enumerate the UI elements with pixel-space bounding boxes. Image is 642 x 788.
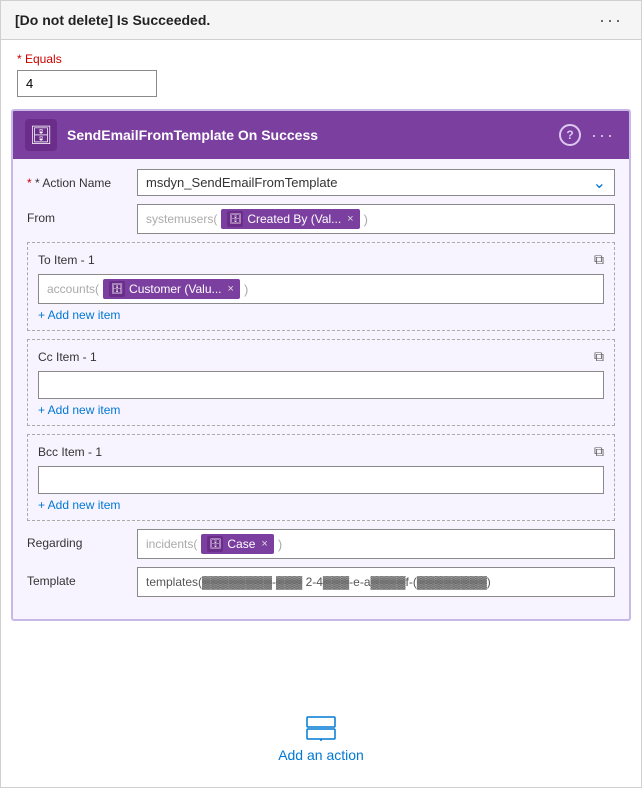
to-tag-icon: 🗄: [109, 281, 125, 297]
regarding-prefix: incidents(: [146, 537, 197, 551]
cc-section-header: Cc Item - 1 ⧉: [38, 348, 604, 365]
bcc-section: Bcc Item - 1 ⧉ + Add new item: [27, 434, 615, 521]
to-label: To Item - 1: [38, 253, 95, 267]
database-icon: 🗄: [30, 125, 53, 146]
cc-dashed-section: Cc Item - 1 ⧉ + Add new item: [27, 339, 615, 426]
header-ellipsis-button[interactable]: ···: [595, 11, 627, 29]
to-copy-icon[interactable]: ⧉: [594, 251, 604, 268]
cc-input[interactable]: [38, 371, 604, 399]
from-value: systemusers( 🗄 Created By (Val... × ): [137, 204, 615, 234]
add-action-icon: [305, 715, 337, 741]
action-block-controls: ? ···: [559, 124, 617, 146]
to-dashed-section: To Item - 1 ⧉ accounts( 🗄 Customer (Valu…: [27, 242, 615, 331]
action-name-text: msdyn_SendEmailFromTemplate: [146, 175, 584, 190]
from-row: From systemusers( 🗄 Created By (Val... ×…: [27, 204, 615, 234]
bcc-add-new-item-button[interactable]: + Add new item: [38, 494, 120, 512]
template-text: templates(▓▓▓▓▓▓▓▓-▓▓▓ 2-4▓▓▓-e-a▓▓▓▓f-(…: [146, 575, 491, 589]
to-section: To Item - 1 ⧉ accounts( 🗄 Customer (Valu…: [27, 242, 615, 331]
to-section-header: To Item - 1 ⧉: [38, 251, 604, 268]
action-icon: 🗄: [25, 119, 57, 151]
add-action-button[interactable]: Add an action: [278, 713, 364, 763]
help-button[interactable]: ?: [559, 124, 581, 146]
to-tag-close[interactable]: ×: [228, 283, 234, 295]
action-name-label: * * Action Name: [27, 169, 137, 190]
from-tag-close[interactable]: ×: [347, 213, 353, 225]
template-input[interactable]: templates(▓▓▓▓▓▓▓▓-▓▓▓ 2-4▓▓▓-e-a▓▓▓▓f-(…: [137, 567, 615, 597]
action-block-title: SendEmailFromTemplate On Success: [67, 127, 559, 143]
template-label: Template: [27, 567, 137, 588]
bcc-dashed-section: Bcc Item - 1 ⧉ + Add new item: [27, 434, 615, 521]
regarding-label: Regarding: [27, 529, 137, 550]
to-prefix: accounts(: [47, 282, 99, 296]
card-header: [Do not delete] Is Succeeded. ···: [1, 1, 641, 40]
bcc-copy-icon[interactable]: ⧉: [594, 443, 604, 460]
action-block-body: * * Action Name msdyn_SendEmailFromTempl…: [13, 159, 629, 619]
regarding-tag: 🗄 Case ×: [201, 534, 273, 554]
regarding-tag-close[interactable]: ×: [261, 538, 267, 550]
action-name-dropdown[interactable]: msdyn_SendEmailFromTemplate ⌄: [137, 169, 615, 196]
from-tag: 🗄 Created By (Val... ×: [221, 209, 359, 229]
chevron-down-icon: ⌄: [593, 173, 606, 193]
from-tag-label: Created By (Val...: [247, 212, 341, 226]
action-ellipsis-button[interactable]: ···: [589, 126, 617, 144]
regarding-input[interactable]: incidents( 🗄 Case × ): [137, 529, 615, 559]
action-name-value: msdyn_SendEmailFromTemplate ⌄: [137, 169, 615, 196]
to-input[interactable]: accounts( 🗄 Customer (Valu... × ): [38, 274, 604, 304]
action-block-header: 🗄 SendEmailFromTemplate On Success ? ···: [13, 111, 629, 159]
action-name-row: * * Action Name msdyn_SendEmailFromTempl…: [27, 169, 615, 196]
equals-input[interactable]: [17, 70, 157, 97]
regarding-tag-label: Case: [227, 537, 255, 551]
template-value: templates(▓▓▓▓▓▓▓▓-▓▓▓ 2-4▓▓▓-e-a▓▓▓▓f-(…: [137, 567, 615, 597]
template-row: Template templates(▓▓▓▓▓▓▓▓-▓▓▓ 2-4▓▓▓-e…: [27, 567, 615, 597]
to-tag-label: Customer (Valu...: [129, 282, 221, 296]
main-card: [Do not delete] Is Succeeded. ··· * Equa…: [0, 0, 642, 788]
bottom-section: Add an action: [1, 693, 641, 787]
cc-copy-icon[interactable]: ⧉: [594, 348, 604, 365]
bcc-input[interactable]: [38, 466, 604, 494]
regarding-value: incidents( 🗄 Case × ): [137, 529, 615, 559]
cc-add-new-item-button[interactable]: + Add new item: [38, 399, 120, 417]
from-label: From: [27, 204, 137, 225]
action-block: 🗄 SendEmailFromTemplate On Success ? ···…: [11, 109, 631, 621]
cc-section: Cc Item - 1 ⧉ + Add new item: [27, 339, 615, 426]
regarding-row: Regarding incidents( 🗄 Case × ): [27, 529, 615, 559]
to-add-new-item-button[interactable]: + Add new item: [38, 304, 120, 322]
from-input[interactable]: systemusers( 🗄 Created By (Val... × ): [137, 204, 615, 234]
add-action-icon-wrap: [303, 713, 339, 743]
bcc-section-header: Bcc Item - 1 ⧉: [38, 443, 604, 460]
equals-label: * Equals: [17, 52, 625, 66]
equals-section: * Equals: [1, 40, 641, 105]
from-prefix: systemusers(: [146, 212, 217, 226]
card-title: [Do not delete] Is Succeeded.: [15, 12, 210, 28]
cc-label: Cc Item - 1: [38, 350, 97, 364]
to-tag: 🗄 Customer (Valu... ×: [103, 279, 240, 299]
add-action-label: Add an action: [278, 747, 364, 763]
regarding-tag-icon: 🗄: [207, 536, 223, 552]
from-tag-icon: 🗄: [227, 211, 243, 227]
bcc-label: Bcc Item - 1: [38, 445, 102, 459]
